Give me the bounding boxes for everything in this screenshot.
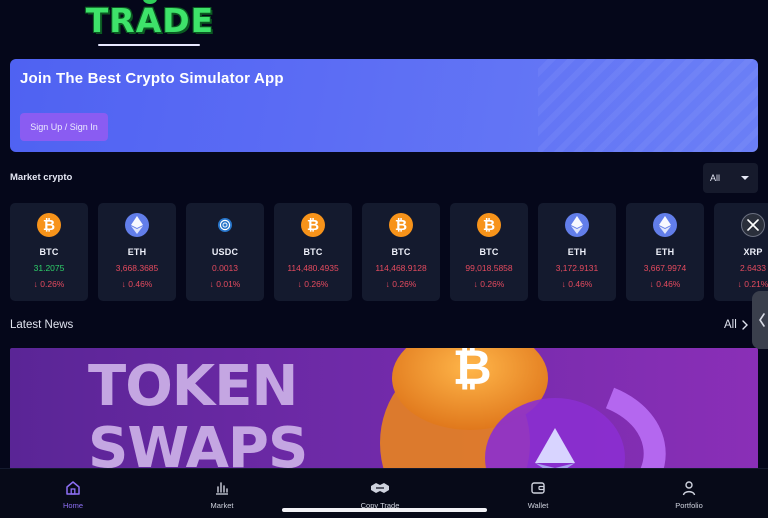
- bitcoin-icon: ₿: [37, 213, 61, 237]
- svg-text:₿: ₿: [395, 217, 407, 233]
- crypto-card[interactable]: ₿ BTC 114,480.4935 ↓ 0.26%: [274, 203, 352, 301]
- bar-chart-icon: [212, 479, 232, 497]
- svg-text:₿: ₿: [43, 217, 55, 233]
- bitcoin-icon: ₿: [389, 213, 413, 237]
- coin-symbol: BTC: [303, 247, 323, 257]
- coin-symbol: ETH: [655, 247, 675, 257]
- svg-text:₿: ₿: [452, 348, 491, 396]
- coin-change: ↓ 0.26%: [297, 279, 329, 289]
- news-see-all-link[interactable]: All: [724, 319, 748, 331]
- news-image-headline: TOKEN SWAPS: [88, 354, 308, 479]
- coin-price: 99,018.5858: [465, 263, 513, 273]
- ethereum-icon: [653, 213, 677, 237]
- coin-price: 114,480.4935: [287, 263, 339, 273]
- app-screen: TRADE Join The Best Crypto Simulator App…: [0, 0, 768, 518]
- nav-label: Portfolio: [675, 501, 703, 510]
- nav-label: Home: [62, 501, 83, 510]
- coin-change: ↓ 0.26%: [33, 279, 65, 289]
- logo-underline: [98, 44, 200, 46]
- ethereum-icon: [125, 213, 149, 237]
- crypto-card[interactable]: ₿ BTC 114,468.9128 ↓ 0.26%: [362, 203, 440, 301]
- bitcoin-icon: ₿: [477, 213, 501, 237]
- coin-change: ↓ 0.46%: [561, 279, 593, 289]
- nav-item-home[interactable]: Home: [28, 469, 118, 518]
- coin-price: 3,668.3685: [115, 263, 159, 273]
- nav-item-wallet[interactable]: Wallet: [493, 469, 583, 518]
- coin-price: 3,667.9974: [643, 263, 687, 273]
- sign-in-button[interactable]: Sign Up / Sign In: [20, 113, 108, 141]
- coin-symbol: BTC: [39, 247, 59, 257]
- home-icon: [63, 479, 83, 497]
- market-section-title: Market crypto: [10, 172, 73, 183]
- ethereum-icon: [565, 213, 589, 237]
- logo-text: TRADE: [85, 1, 215, 40]
- coin-change: ↓ 0.46%: [649, 279, 681, 289]
- crypto-card[interactable]: ₿ BTC 99,018.5858 ↓ 0.26%: [450, 203, 528, 301]
- handshake-icon: [370, 479, 390, 497]
- coin-symbol: ETH: [127, 247, 147, 257]
- news-section-title: Latest News: [10, 319, 74, 331]
- promo-banner: Join The Best Crypto Simulator App Sign …: [10, 59, 758, 152]
- coin-symbol: USDC: [211, 247, 239, 257]
- coin-price: 3,172.9131: [555, 263, 599, 273]
- coin-symbol: BTC: [479, 247, 499, 257]
- crypto-card[interactable]: ETH 3,668.3685 ↓ 0.46%: [98, 203, 176, 301]
- crypto-card[interactable]: ₿ BTC 31.2075 ↓ 0.26%: [10, 203, 88, 301]
- coin-change: ↓ 0.26%: [385, 279, 417, 289]
- market-filter-value: All: [710, 173, 721, 183]
- nav-label: Market: [210, 501, 234, 510]
- crypto-card[interactable]: ETH 3,172.9131 ↓ 0.46%: [538, 203, 616, 301]
- coin-symbol: XRP: [743, 247, 763, 257]
- coin-change: ↓ 0.21%: [737, 279, 768, 289]
- crypto-card[interactable]: ETH 3,667.9974 ↓ 0.46%: [626, 203, 704, 301]
- coin-price: 31.2075: [33, 263, 65, 273]
- user-icon: [679, 479, 699, 497]
- banner-title: Join The Best Crypto Simulator App: [20, 70, 284, 87]
- svg-text:₿: ₿: [483, 217, 495, 233]
- coin-change: ↓ 0.46%: [121, 279, 153, 289]
- side-panel-handle[interactable]: [752, 291, 768, 349]
- coin-change: ↓ 0.26%: [473, 279, 505, 289]
- wallet-icon: [528, 479, 548, 497]
- usdc-icon: [213, 213, 237, 237]
- news-all-label: All: [724, 319, 737, 331]
- chevron-left-icon: [759, 313, 765, 327]
- crypto-card[interactable]: USDC 0.0013 ↓ 0.01%: [186, 203, 264, 301]
- bitcoin-icon: ₿: [301, 213, 325, 237]
- app-logo: TRADE: [86, 0, 213, 50]
- coin-symbol: ETH: [567, 247, 587, 257]
- chevron-right-icon: [742, 320, 748, 330]
- caret-down-icon: [741, 176, 749, 180]
- coin-price: 0.0013: [212, 263, 238, 273]
- coin-price: 114,468.9128: [375, 263, 427, 273]
- nav-item-portfolio[interactable]: Portfolio: [644, 469, 734, 518]
- xrp-icon: [741, 213, 765, 237]
- nav-item-market[interactable]: Market: [177, 469, 267, 518]
- news-image-line1: TOKEN: [88, 354, 298, 419]
- coin-change: ↓ 0.01%: [209, 279, 241, 289]
- coin-price: 2.6433: [740, 263, 766, 273]
- nav-label: Wallet: [527, 501, 549, 510]
- svg-text:₿: ₿: [307, 217, 319, 233]
- coin-symbol: BTC: [391, 247, 411, 257]
- market-filter-dropdown[interactable]: All: [703, 163, 758, 193]
- crypto-card[interactable]: XRP 2.6433 ↓ 0.21%: [714, 203, 768, 301]
- news-article-image[interactable]: ₿ TOKEN SWAPS: [10, 348, 758, 478]
- crypto-card-list[interactable]: ₿ BTC 31.2075 ↓ 0.26% ETH 3,668.3685 ↓ 0…: [10, 203, 768, 301]
- home-indicator-bar: [282, 508, 487, 512]
